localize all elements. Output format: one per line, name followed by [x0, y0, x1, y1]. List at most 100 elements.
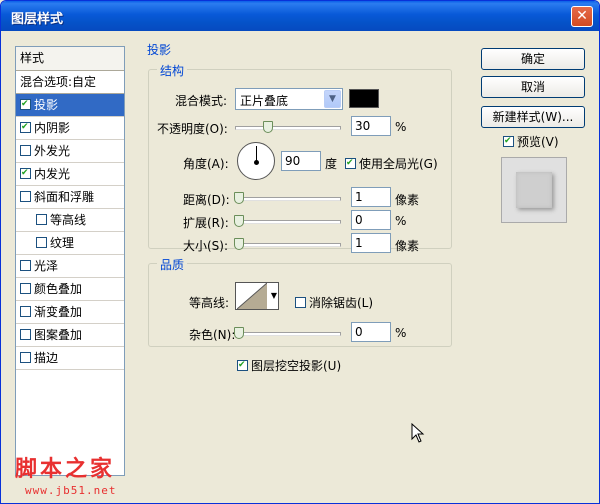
style-item[interactable]: 颜色叠加 — [16, 278, 124, 301]
style-item-label: 图案叠加 — [34, 328, 83, 342]
contour-label: 等高线: — [189, 296, 230, 310]
quality-title: 品质 — [157, 256, 188, 273]
opacity-label: 不透明度(O): — [157, 122, 228, 136]
close-icon: ✕ — [576, 8, 588, 24]
style-item-checkbox[interactable] — [20, 191, 31, 202]
noise-label: 杂色(N): — [189, 328, 236, 342]
style-item-label: 投影 — [34, 98, 59, 112]
shadow-color-swatch[interactable] — [349, 89, 379, 108]
style-item[interactable]: 渐变叠加 — [16, 301, 124, 324]
antialias-label: 消除锯齿(L) — [309, 296, 374, 310]
style-item-checkbox[interactable] — [20, 145, 31, 156]
angle-label: 角度(A): — [183, 157, 229, 171]
style-item-label: 描边 — [34, 351, 59, 365]
angle-input[interactable]: 90 — [281, 151, 321, 171]
style-item[interactable]: 斜面和浮雕 — [16, 186, 124, 209]
style-item-label: 颜色叠加 — [34, 282, 83, 296]
distance-unit: 像素 — [395, 193, 420, 207]
style-item[interactable]: 投影 — [16, 94, 124, 117]
style-item-checkbox[interactable] — [20, 99, 31, 110]
styles-list: 样式 混合选项:自定 投影内阴影外发光内发光斜面和浮雕等高线纹理光泽颜色叠加渐变… — [15, 46, 125, 476]
blend-options-item[interactable]: 混合选项:自定 — [16, 71, 124, 94]
style-item[interactable]: 图案叠加 — [16, 324, 124, 347]
style-item[interactable]: 内阴影 — [16, 117, 124, 140]
spread-slider-thumb[interactable] — [234, 215, 244, 227]
styles-list-header[interactable]: 样式 — [16, 47, 124, 71]
style-item[interactable]: 纹理 — [16, 232, 124, 255]
noise-slider[interactable] — [234, 327, 341, 339]
knockout-label: 图层挖空投影(U) — [251, 359, 342, 373]
opacity-slider-thumb[interactable] — [262, 121, 273, 133]
new-style-button[interactable]: 新建样式(W)... — [481, 106, 585, 128]
knockout-check[interactable] — [237, 360, 248, 371]
knockout-checkbox[interactable]: 图层挖空投影(U) — [237, 357, 341, 374]
size-input[interactable]: 1 — [351, 233, 391, 253]
size-unit: 像素 — [395, 239, 420, 253]
style-item-label: 纹理 — [50, 236, 75, 250]
contour-picker[interactable]: ▼ — [235, 282, 279, 310]
style-item-label: 外发光 — [34, 144, 71, 158]
preview-label: 预览(V) — [517, 135, 559, 149]
distance-slider[interactable] — [234, 192, 341, 204]
style-item-checkbox[interactable] — [20, 329, 31, 340]
window-title: 图层样式 — [11, 12, 64, 27]
chevron-down-icon: ▼ — [324, 90, 341, 108]
style-item-checkbox[interactable] — [20, 306, 31, 317]
style-item-checkbox[interactable] — [20, 260, 31, 271]
antialias-check[interactable] — [295, 297, 306, 308]
style-item-checkbox[interactable] — [36, 237, 47, 248]
style-item-checkbox[interactable] — [20, 168, 31, 179]
style-item[interactable]: 内发光 — [16, 163, 124, 186]
distance-input[interactable]: 1 — [351, 187, 391, 207]
blend-mode-select[interactable]: 正片叠底 ▼ — [235, 88, 343, 110]
style-item-checkbox[interactable] — [20, 283, 31, 294]
preview-thumbnail — [501, 157, 567, 223]
title-bar[interactable]: 图层样式 ✕ — [1, 1, 599, 31]
global-light-check[interactable] — [345, 158, 356, 169]
style-item-checkbox[interactable] — [20, 122, 31, 133]
noise-slider-thumb[interactable] — [234, 327, 244, 339]
preview-checkbox[interactable]: 预览(V) — [503, 133, 559, 150]
style-item[interactable]: 描边 — [16, 347, 124, 370]
preview-check[interactable] — [503, 136, 514, 147]
style-item-label: 斜面和浮雕 — [34, 190, 95, 204]
angle-center — [254, 160, 259, 165]
cancel-button[interactable]: 取消 — [481, 76, 585, 98]
close-button[interactable]: ✕ — [571, 6, 593, 27]
style-item-checkbox[interactable] — [20, 352, 31, 363]
angle-dial[interactable] — [237, 142, 275, 180]
blend-mode-value: 正片叠底 — [240, 94, 289, 108]
watermark-brand: 脚本之家 — [15, 456, 116, 482]
layer-style-dialog: 图层样式 ✕ 样式 混合选项:自定 投影内阴影外发光内发光斜面和浮雕等高线纹理光… — [0, 0, 600, 504]
structure-title: 结构 — [157, 62, 188, 79]
opacity-slider[interactable] — [235, 121, 341, 133]
style-item-label: 内发光 — [34, 167, 71, 181]
antialias-checkbox[interactable]: 消除锯齿(L) — [295, 294, 373, 311]
ok-button[interactable]: 确定 — [481, 48, 585, 70]
size-slider[interactable] — [234, 238, 341, 250]
style-item[interactable]: 外发光 — [16, 140, 124, 163]
spread-slider[interactable] — [234, 215, 341, 227]
style-item-checkbox[interactable] — [36, 214, 47, 225]
style-item[interactable]: 光泽 — [16, 255, 124, 278]
contour-dropdown-icon[interactable]: ▼ — [271, 291, 277, 300]
spread-unit: % — [395, 214, 407, 228]
blend-mode-label: 混合模式: — [175, 94, 228, 108]
spread-label: 扩展(R): — [183, 216, 229, 230]
quality-group: 品质 等高线: ▼ 消除锯齿(L) 杂色(N): 0 % — [148, 256, 452, 347]
section-title: 投影 — [144, 41, 175, 58]
opacity-unit: % — [395, 120, 407, 134]
angle-unit: 度 — [325, 157, 338, 171]
distance-slider-thumb[interactable] — [234, 192, 244, 204]
noise-input[interactable]: 0 — [351, 322, 391, 342]
watermark-url: www.jb51.net — [25, 484, 117, 497]
style-item[interactable]: 等高线 — [16, 209, 124, 232]
dialog-body: 样式 混合选项:自定 投影内阴影外发光内发光斜面和浮雕等高线纹理光泽颜色叠加渐变… — [5, 31, 595, 501]
size-slider-thumb[interactable] — [234, 238, 244, 250]
distance-label: 距离(D): — [183, 193, 230, 207]
style-item-label: 内阴影 — [34, 121, 71, 135]
opacity-input[interactable]: 30 — [351, 116, 391, 136]
noise-unit: % — [395, 326, 407, 340]
spread-input[interactable]: 0 — [351, 210, 391, 230]
global-light-checkbox[interactable]: 使用全局光(G) — [345, 155, 438, 172]
